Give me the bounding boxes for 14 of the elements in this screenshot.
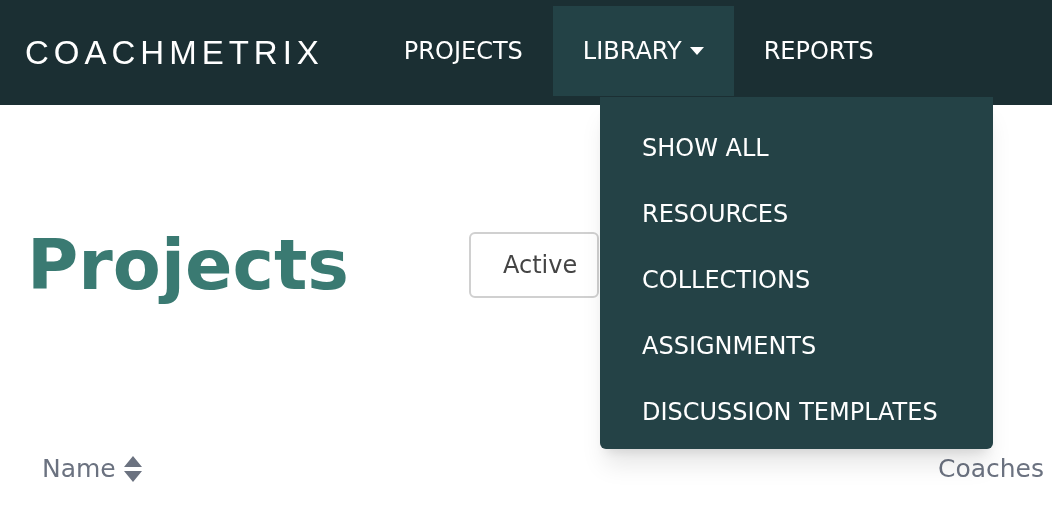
column-header[interactable]: Coaches bbox=[937, 450, 1044, 488]
filter-button[interactable]: Active bbox=[469, 232, 599, 298]
logo[interactable]: COACHMETRIX bbox=[25, 27, 324, 78]
nav-item[interactable]: PROJECTS bbox=[373, 6, 553, 96]
menu-item[interactable]: RESOURCES bbox=[600, 181, 993, 247]
nav-item[interactable]: REPORTS bbox=[733, 6, 904, 96]
sort-icon[interactable] bbox=[123, 455, 142, 482]
menu-item[interactable]: DISCUSSION TEMPLATES bbox=[600, 379, 993, 445]
menu-item[interactable]: COLLECTIONS bbox=[600, 247, 993, 313]
nav-item[interactable]: LIBRARY bbox=[552, 6, 734, 96]
column-header[interactable]: Name bbox=[42, 450, 116, 488]
menu-item[interactable]: SHOW ALL bbox=[600, 115, 993, 181]
menu-item[interactable]: ASSIGNMENTS bbox=[600, 313, 993, 379]
caret-icon bbox=[689, 47, 704, 55]
